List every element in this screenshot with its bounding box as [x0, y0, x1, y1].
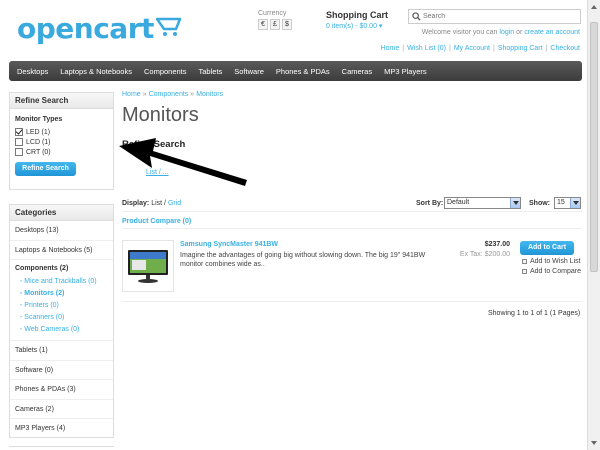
my-account-link[interactable]: My Account — [454, 45, 490, 52]
category-phones[interactable]: Phones & PDAs (3) — [10, 380, 113, 400]
shopping-cart-link[interactable]: Shopping Cart — [498, 45, 543, 52]
categories-title: Categories — [10, 205, 113, 221]
menu-item-cameras[interactable]: Cameras — [336, 67, 378, 76]
obscured-link[interactable]: List / ... — [146, 169, 169, 176]
sort-select[interactable]: Default — [444, 197, 521, 209]
cart-summary[interactable]: 0 item(s) - $0.00 ▾ — [326, 22, 388, 30]
dropdown-arrow-icon[interactable] — [570, 198, 580, 208]
category-desktops[interactable]: Desktops (13) — [10, 221, 113, 241]
category-software[interactable]: Software (0) — [10, 361, 113, 380]
scrollbar-thumb[interactable] — [590, 22, 598, 272]
filter-option-led[interactable]: LED (1) — [10, 127, 113, 137]
welcome-text: Welcome visitor you can login or create … — [421, 29, 580, 36]
product-filter-bar: Display: List / Grid Sort By: Default Sh… — [122, 196, 582, 212]
breadcrumb-components[interactable]: Components — [149, 91, 189, 98]
page-scrollbar[interactable] — [587, 0, 600, 450]
checkbox-icon[interactable] — [15, 138, 23, 146]
cart-title: Shopping Cart — [326, 10, 388, 20]
checkbox-checked-icon[interactable] — [15, 128, 23, 136]
search-box — [408, 9, 581, 24]
menu-item-phones[interactable]: Phones & PDAs — [270, 67, 336, 76]
subcategory-monitors[interactable]: - Monitors (2) — [10, 288, 113, 300]
wish-list-link[interactable]: Wish List (0) — [407, 45, 446, 52]
add-to-wishlist-link[interactable]: Add to Wish List — [522, 258, 581, 265]
product-name-link[interactable]: Samsung SyncMaster 941BW — [180, 241, 278, 248]
create-account-link[interactable]: create an account — [524, 29, 580, 36]
search-input[interactable] — [423, 13, 573, 20]
menu-item-laptops[interactable]: Laptops & Notebooks — [54, 67, 138, 76]
header-cart[interactable]: Shopping Cart 0 item(s) - $0.00 ▾ — [326, 10, 388, 30]
menu-item-mp3[interactable]: MP3 Players — [378, 67, 433, 76]
currency-pound-button[interactable]: £ — [270, 19, 280, 30]
product-item: Samsung SyncMaster 941BW Imagine the adv… — [122, 240, 582, 302]
refine-box-title: Refine Search — [10, 93, 113, 109]
login-link[interactable]: login — [499, 29, 514, 36]
display-list[interactable]: List — [151, 200, 162, 207]
currency-euro-button[interactable]: € — [258, 19, 268, 30]
sort-label: Sort By: — [416, 200, 444, 207]
refine-search-heading: Refine Search — [122, 139, 186, 150]
categories-box: Categories Desktops (13) Laptops & Noteb… — [9, 204, 114, 438]
breadcrumb: Home» Components» Monitors — [122, 91, 224, 98]
currency-switcher: Currency € £ $ — [258, 10, 292, 30]
cart-logo-icon — [155, 12, 182, 45]
pagination-results: Showing 1 to 1 of 1 (1 Pages) — [488, 310, 581, 317]
category-tablets[interactable]: Tablets (1) — [10, 341, 113, 361]
category-laptops[interactable]: Laptops & Notebooks (5) — [10, 241, 113, 260]
limit-select[interactable]: 15 — [554, 197, 581, 209]
subcategory-mice[interactable]: - Mice and Trackballs (0) — [10, 276, 113, 288]
compare-icon — [522, 269, 527, 274]
scroll-down-icon[interactable] — [590, 439, 598, 447]
breadcrumb-home[interactable]: Home — [122, 91, 141, 98]
product-price: $237.00 — [484, 241, 510, 248]
menu-item-software[interactable]: Software — [228, 67, 270, 76]
scroll-up-icon[interactable] — [590, 3, 598, 11]
wishlist-icon — [522, 259, 527, 264]
main-menu: Desktops Laptops & Notebooks Components … — [9, 61, 582, 81]
breadcrumb-monitors[interactable]: Monitors — [196, 91, 223, 98]
page-title: Monitors — [122, 104, 199, 126]
product-compare-link[interactable]: Product Compare (0) — [122, 218, 191, 225]
monitor-icon — [128, 250, 168, 283]
subcategory-webcams[interactable]: - Web Cameras (0) — [10, 324, 113, 336]
checkbox-icon[interactable] — [15, 148, 23, 156]
divider — [122, 228, 582, 229]
product-description: Imagine the advantages of going big with… — [180, 252, 426, 268]
product-ex-tax: Ex Tax: $200.00 — [459, 251, 510, 258]
subcategory-printers[interactable]: - Printers (0) — [10, 300, 113, 312]
menu-item-desktops[interactable]: Desktops — [11, 67, 54, 76]
display-toggle: Display: List / Grid — [122, 200, 182, 207]
filter-option-lcd[interactable]: LCD (1) — [10, 137, 113, 147]
filter-option-crt[interactable]: CRT (0) — [10, 147, 113, 157]
currency-dollar-button[interactable]: $ — [282, 19, 292, 30]
category-cameras[interactable]: Cameras (2) — [10, 400, 113, 419]
add-to-compare-link[interactable]: Add to Compare — [522, 268, 581, 275]
subcategory-scanners[interactable]: - Scanners (0) — [10, 312, 113, 324]
category-mp3[interactable]: MP3 Players (4) — [10, 419, 113, 439]
product-image[interactable] — [122, 240, 174, 292]
filter-group-title: Monitor Types — [15, 116, 63, 123]
category-components[interactable]: Components (2) — [10, 262, 113, 276]
chevron-down-icon: ▾ — [378, 23, 383, 30]
currency-label: Currency — [258, 10, 287, 17]
display-grid-link[interactable]: Grid — [168, 200, 181, 207]
logo[interactable]: opencart — [17, 12, 182, 45]
add-to-cart-button[interactable]: Add to Cart — [520, 241, 574, 255]
show-label: Show: — [529, 200, 550, 207]
menu-item-components[interactable]: Components — [138, 67, 193, 76]
home-link[interactable]: Home — [381, 45, 400, 52]
checkout-link[interactable]: Checkout — [550, 45, 580, 52]
dropdown-arrow-icon[interactable] — [510, 198, 520, 208]
refine-search-box: Refine Search Monitor Types LED (1) LCD … — [9, 92, 114, 190]
sidebar-next-box — [9, 446, 114, 450]
menu-item-tablets[interactable]: Tablets — [193, 67, 229, 76]
top-links: Home | Wish List (0) | My Account | Shoppin… — [380, 45, 580, 52]
search-icon[interactable] — [409, 12, 423, 21]
refine-search-button[interactable]: Refine Search — [15, 162, 76, 176]
